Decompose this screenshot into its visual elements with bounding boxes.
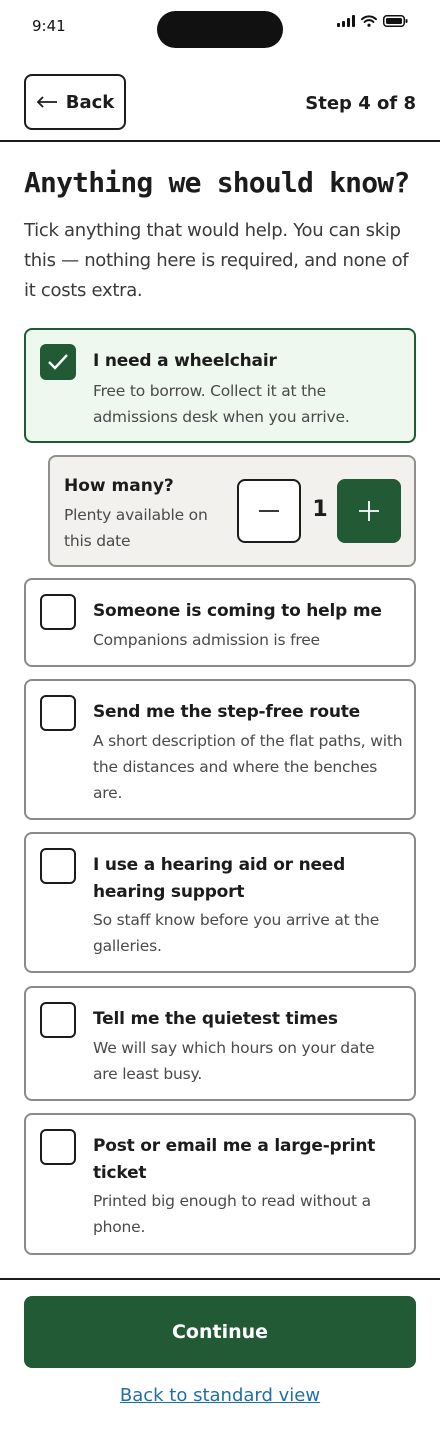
option-wheelchair[interactable]: I need a wheelchair Free to borrow. Coll… [24,328,416,443]
intro-text: Tick anything that would help. You can s… [24,220,409,301]
option-title: I use a hearing aid or need hearing supp… [93,855,346,902]
back-button-label: Back [65,91,115,113]
checkbox-companion[interactable] [40,594,76,630]
option-description: Printed big enough to read without a pho… [93,1192,371,1236]
status-icons [337,15,408,27]
option-description: Companions admission is free [93,631,320,649]
option-large-print-ticket[interactable]: Post or email me a large-print ticket Pr… [24,1113,416,1255]
option-title: I need a wheelchair [93,351,277,371]
option-title: Post or email me a large-print ticket [93,1136,376,1183]
checkbox-wheelchair[interactable] [40,344,76,380]
option-step-free-route[interactable]: Send me the step-free route A short desc… [24,679,416,820]
option-description: So staff know before you arrive at the g… [93,911,380,955]
step-indicator: Step 4 of 8 [305,93,416,114]
option-hearing-support[interactable]: I use a hearing aid or need hearing supp… [24,832,416,973]
option-companion[interactable]: Someone is coming to help me Companions … [24,578,416,667]
back-to-standard-view-link[interactable]: Back to standard view [0,1385,440,1406]
checkbox-hearing-support[interactable] [40,848,76,884]
dynamic-island [157,11,283,48]
status-time: 9:41 [32,17,66,35]
option-description: We will say which hours on your date are… [93,1039,375,1083]
decrease-quantity-button[interactable] [237,479,301,543]
quantity-description: Plenty available on this date [64,506,208,550]
option-description: A short description of the flat paths, w… [93,732,403,802]
quantity-value: 1 [312,497,328,522]
battery-icon [383,15,408,27]
option-title: Someone is coming to help me [93,601,382,621]
option-description: Free to borrow. Collect it at the admiss… [93,382,350,426]
signal-icon [337,15,355,27]
checkbox-quietest-times[interactable] [40,1002,76,1038]
arrow-left-icon [36,96,57,108]
continue-button[interactable]: Continue [24,1296,416,1368]
wifi-icon [361,15,377,27]
option-quietest-times[interactable]: Tell me the quietest times We will say w… [24,986,416,1101]
increase-quantity-button[interactable] [337,479,401,543]
wheelchair-quantity-panel: How many? Plenty available on this date … [48,455,416,567]
option-title: Send me the step-free route [93,702,360,722]
status-bar: 9:41 [0,0,440,56]
header: Back Step 4 of 8 [0,56,440,142]
footer: Continue Back to standard view [0,1278,440,1431]
minus-icon [259,510,279,512]
checkbox-step-free-route[interactable] [40,695,76,731]
check-icon [48,354,68,370]
back-button[interactable]: Back [24,74,126,130]
checkbox-large-print-ticket[interactable] [40,1129,76,1165]
option-title: Tell me the quietest times [93,1009,338,1029]
quantity-title: How many? [64,476,174,496]
page-title: Anything we should know? [24,166,410,199]
plus-icon [359,501,379,521]
